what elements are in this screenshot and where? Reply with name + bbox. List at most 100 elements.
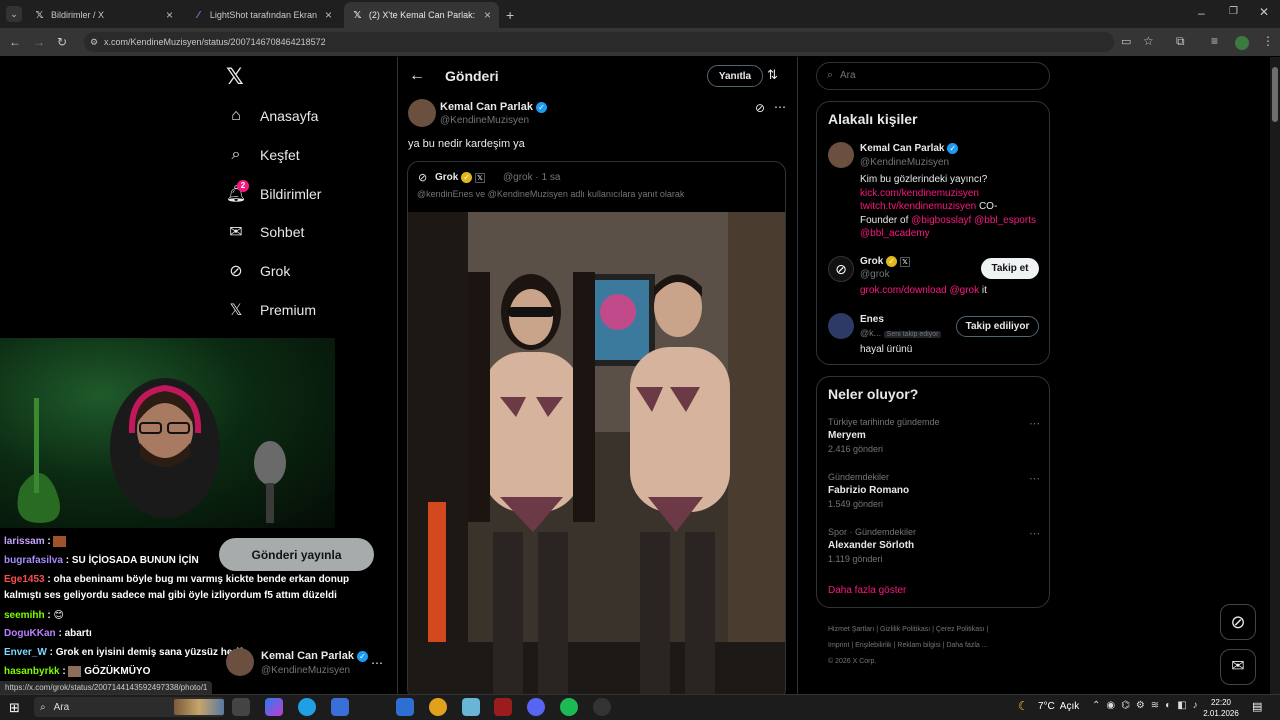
footer-link[interactable]: Çerez Politikası: [936, 626, 985, 633]
grok-fab-icon[interactable]: ⊘: [1220, 604, 1256, 640]
tab-current-post[interactable]: 𝕏 (2) X'te Kemal Can Parlak: "ya b ×: [344, 2, 499, 28]
new-tab-icon[interactable]: +: [506, 7, 514, 23]
media-icon[interactable]: ≡: [1211, 34, 1218, 48]
messages-fab-icon[interactable]: ✉: [1220, 649, 1256, 685]
clock[interactable]: 22:20 2.01.2026: [1198, 697, 1244, 719]
filter-sliders-icon[interactable]: ⇅: [767, 67, 778, 83]
trends-card: Neler oluyor? Türkiye tarihinde gündemde…: [816, 376, 1050, 608]
forward-icon[interactable]: →: [33, 35, 45, 49]
site-info-icon[interactable]: ⚙: [90, 32, 98, 52]
footer-link[interactable]: Hizmet Şartları: [828, 626, 874, 633]
bio-mention[interactable]: @bigbosslayf: [911, 215, 971, 226]
url-field[interactable]: ⚙ x.com/KendineMuzisyen/status/200714670…: [84, 32, 1114, 52]
search-icon: ⌕: [231, 146, 241, 163]
tab-notifications[interactable]: 𝕏 Bildirimler / X ×: [26, 2, 181, 28]
tab-search-icon[interactable]: ⌄: [6, 6, 22, 22]
discord-icon[interactable]: [527, 698, 545, 716]
trend-more-icon[interactable]: ⋯: [1029, 417, 1040, 430]
person-avatar[interactable]: [828, 313, 854, 339]
footer-link[interactable]: Erişilebilirlik: [855, 642, 892, 649]
scrollbar-thumb[interactable]: [1272, 67, 1278, 122]
nav-premium[interactable]: 𝕏 Premium: [226, 292, 316, 328]
person-name[interactable]: Enes: [860, 314, 884, 325]
post-compose-button[interactable]: Gönderi yayınla: [219, 538, 374, 571]
mail-app-icon[interactable]: [396, 698, 414, 716]
taskbar-search[interactable]: ⌕ Ara: [34, 697, 224, 717]
follow-button[interactable]: Takip et: [981, 258, 1039, 279]
store-icon[interactable]: [331, 698, 349, 716]
page-scrollbar[interactable]: [1270, 57, 1280, 694]
close-tab-icon[interactable]: ×: [166, 8, 173, 22]
system-tray-icons[interactable]: ⌃◉⌬⚙≋◐◧♪: [1092, 700, 1204, 711]
reload-icon[interactable]: ↻: [57, 35, 67, 49]
search-box[interactable]: ⌕ Ara: [816, 62, 1050, 90]
extensions-icon[interactable]: ⧉: [1176, 34, 1185, 49]
back-icon[interactable]: ←: [9, 35, 21, 49]
menu-dots-icon[interactable]: ⋮: [1262, 34, 1274, 48]
app-icon[interactable]: [462, 698, 480, 716]
bio-mention[interactable]: @bbl_academy: [860, 227, 1045, 241]
obs-icon[interactable]: [593, 698, 611, 716]
bio-link[interactable]: grok.com/download: [860, 285, 947, 296]
account-avatar[interactable]: [226, 648, 254, 676]
cast-icon[interactable]: ▭: [1121, 35, 1131, 48]
copilot-icon[interactable]: [265, 698, 283, 716]
nav-explore[interactable]: ⌕ Keşfet: [226, 137, 300, 173]
bio-mention[interactable]: @bbl_esports: [974, 215, 1036, 226]
more-options-icon[interactable]: ⋯: [774, 100, 786, 114]
back-arrow-icon[interactable]: ←: [409, 67, 425, 85]
chat-username: Enver_W: [4, 647, 47, 658]
bio-mention[interactable]: @grok: [950, 285, 980, 296]
nav-home[interactable]: ⌂ Anasayfa: [226, 98, 318, 134]
footer-link[interactable]: Reklam bilgisi: [897, 642, 940, 649]
tab-lightshot[interactable]: ∕ LightShot tarafından Ekran Gör ×: [185, 2, 340, 28]
person-name[interactable]: Grok ✓ 𝕏: [860, 256, 910, 267]
notification-center-icon[interactable]: ▤: [1252, 700, 1262, 713]
task-view-icon[interactable]: [232, 698, 250, 716]
quoted-post[interactable]: ⊘ Grok ✓ 𝕏 @grok · 1 sa @kendinEnes ve @…: [407, 161, 786, 697]
maximize-icon[interactable]: ❐: [1229, 6, 1238, 17]
nav-notifications[interactable]: 🔔︎ 2 Bildirimler: [226, 176, 321, 212]
trend-item[interactable]: Spor · Gündemdekiler Alexander Sörloth 1…: [828, 527, 1040, 564]
nav-label: Bildirimler: [260, 186, 322, 202]
spotify-icon[interactable]: [560, 698, 578, 716]
bio-link[interactable]: kick.com/kendinemuzisyen: [860, 187, 1045, 201]
trend-item[interactable]: Türkiye tarihinde gündemde Meryem 2.416 …: [828, 417, 1040, 454]
close-window-icon[interactable]: ✕: [1259, 5, 1269, 19]
author-handle[interactable]: @KendineMuzisyen: [440, 115, 529, 126]
account-more-icon[interactable]: ⋯: [371, 656, 383, 670]
weather-text[interactable]: 7°C Açık: [1038, 701, 1079, 712]
show-more-link[interactable]: Daha fazla göster: [828, 585, 906, 596]
reply-button[interactable]: Yanıtla: [707, 65, 763, 87]
following-button[interactable]: Takip ediliyor: [956, 316, 1039, 337]
minimize-icon[interactable]: –: [1198, 6, 1205, 20]
nav-messages[interactable]: ✉ Sohbet: [226, 214, 304, 250]
trend-item[interactable]: Gündemdekiler Fabrizio Romano 1.549 gönd…: [828, 472, 1040, 509]
footer-link[interactable]: Imprint: [828, 642, 849, 649]
nav-grok[interactable]: ⊘ Grok: [226, 253, 290, 289]
person-name[interactable]: Kemal Can Parlak ✓: [860, 143, 959, 154]
profile-avatar[interactable]: [1235, 36, 1249, 50]
grok-explain-icon[interactable]: ⊘: [755, 101, 765, 115]
close-tab-icon[interactable]: ×: [484, 8, 491, 22]
account-name[interactable]: Kemal Can Parlak ✓: [261, 650, 368, 662]
close-tab-icon[interactable]: ×: [325, 8, 332, 22]
bio-link[interactable]: twitch.tv/kendinemuzisyen: [860, 201, 976, 212]
footer-link[interactable]: Gizlilik Politikası: [880, 626, 930, 633]
trend-more-icon[interactable]: ⋯: [1029, 527, 1040, 540]
trend-more-icon[interactable]: ⋯: [1029, 472, 1040, 485]
x-home-logo[interactable]: 𝕏: [226, 64, 244, 90]
bio-text: it: [981, 285, 987, 296]
author-name[interactable]: Kemal Can Parlak ✓: [440, 101, 547, 113]
voicemeeter-icon[interactable]: [494, 698, 512, 716]
windows-start-icon[interactable]: ⊞: [9, 700, 20, 716]
edge-icon[interactable]: [298, 698, 316, 716]
grok-avatar-icon[interactable]: ⊘: [828, 256, 854, 282]
verified-badge-icon: ✓: [947, 143, 959, 154]
person-avatar[interactable]: [828, 142, 854, 168]
bookmark-star-icon[interactable]: ☆: [1143, 34, 1154, 48]
post-photo[interactable]: [408, 212, 785, 697]
author-avatar[interactable]: [408, 99, 436, 127]
chrome-icon[interactable]: [429, 698, 447, 716]
footer-link[interactable]: Daha fazla ...: [946, 642, 987, 649]
